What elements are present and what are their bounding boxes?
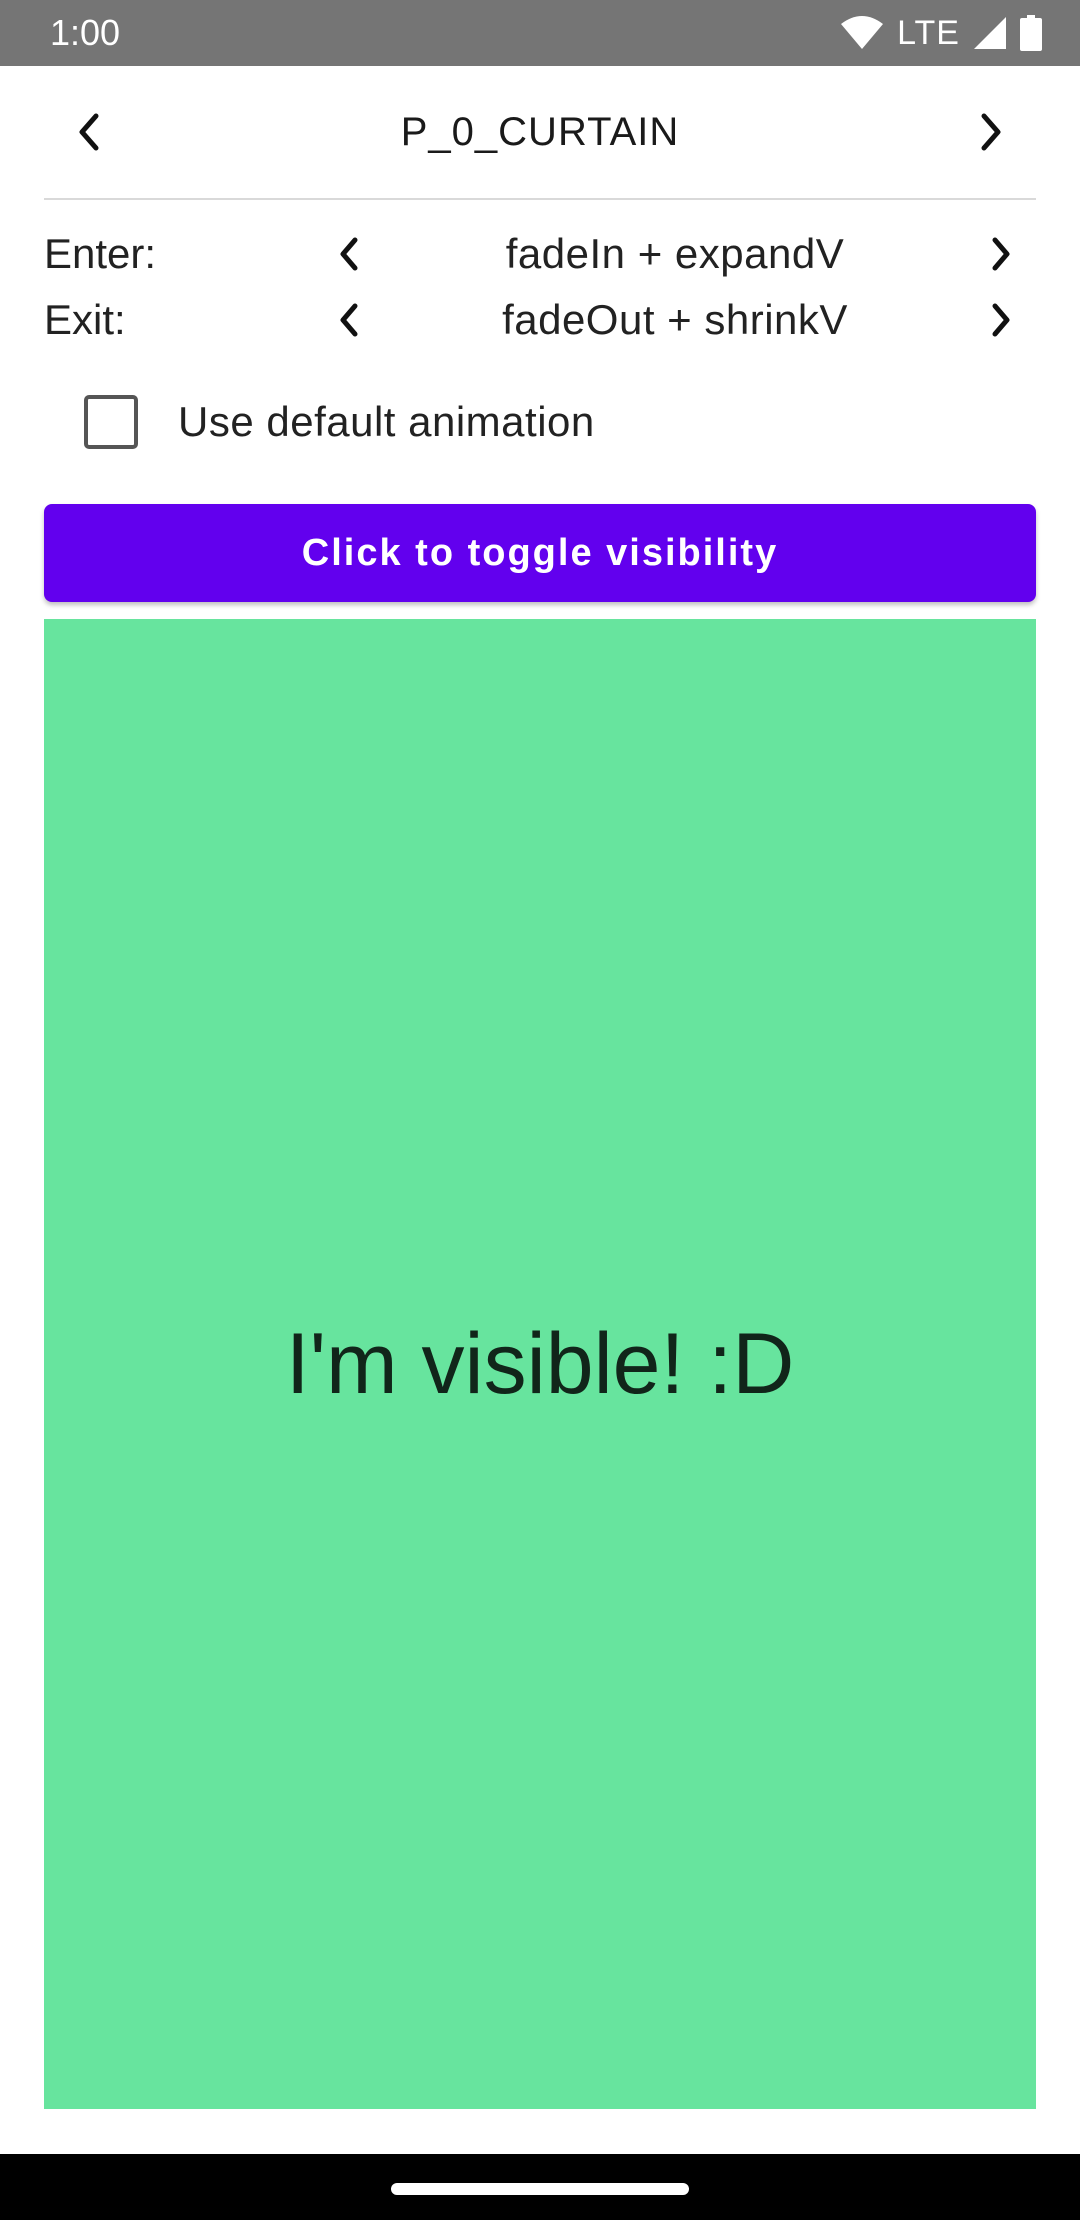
chevron-right-icon [981,113,1001,151]
enter-animation-value: fadeIn + expandV [505,230,845,277]
top-nav: P_0_CURTAIN [44,66,1036,200]
chevron-right-icon [992,303,1010,337]
prev-page-button[interactable] [44,87,134,177]
exit-animation-value: fadeOut + shrinkV [502,296,848,343]
enter-row: Enter: fadeIn + expandV [44,222,1036,286]
exit-prev-button[interactable] [314,288,384,352]
status-time: 1:00 [50,12,121,53]
default-animation-label: Use default animation [178,398,595,445]
status-bar: 1:00 LTE [0,0,1080,66]
exit-row: Exit: fadeOut + shrinkV [44,288,1036,352]
home-gesture-handle[interactable] [391,2183,689,2195]
chevron-left-icon [340,303,358,337]
cell-signal-icon [974,17,1006,49]
next-page-button[interactable] [946,87,1036,177]
enter-prev-button[interactable] [314,222,384,286]
network-type: LTE [897,13,960,52]
chevron-left-icon [79,113,99,151]
battery-icon [1020,15,1042,51]
default-animation-checkbox[interactable] [84,395,138,449]
toggle-visibility-button[interactable]: Click to toggle visibility [44,504,1036,602]
page-title: P_0_CURTAIN [400,109,680,154]
chevron-right-icon [992,237,1010,271]
default-animation-row: Use default animation [84,392,595,452]
exit-label: Exit: [44,296,126,343]
enter-next-button[interactable] [966,222,1036,286]
wifi-icon [841,16,884,50]
status-icons: LTE [841,14,1042,53]
chevron-left-icon [340,237,358,271]
exit-next-button[interactable] [966,288,1036,352]
enter-label: Enter: [44,230,157,277]
animated-content-box: I'm visible! :D [44,619,1036,2109]
visible-message: I'm visible! :D [285,1315,795,1412]
